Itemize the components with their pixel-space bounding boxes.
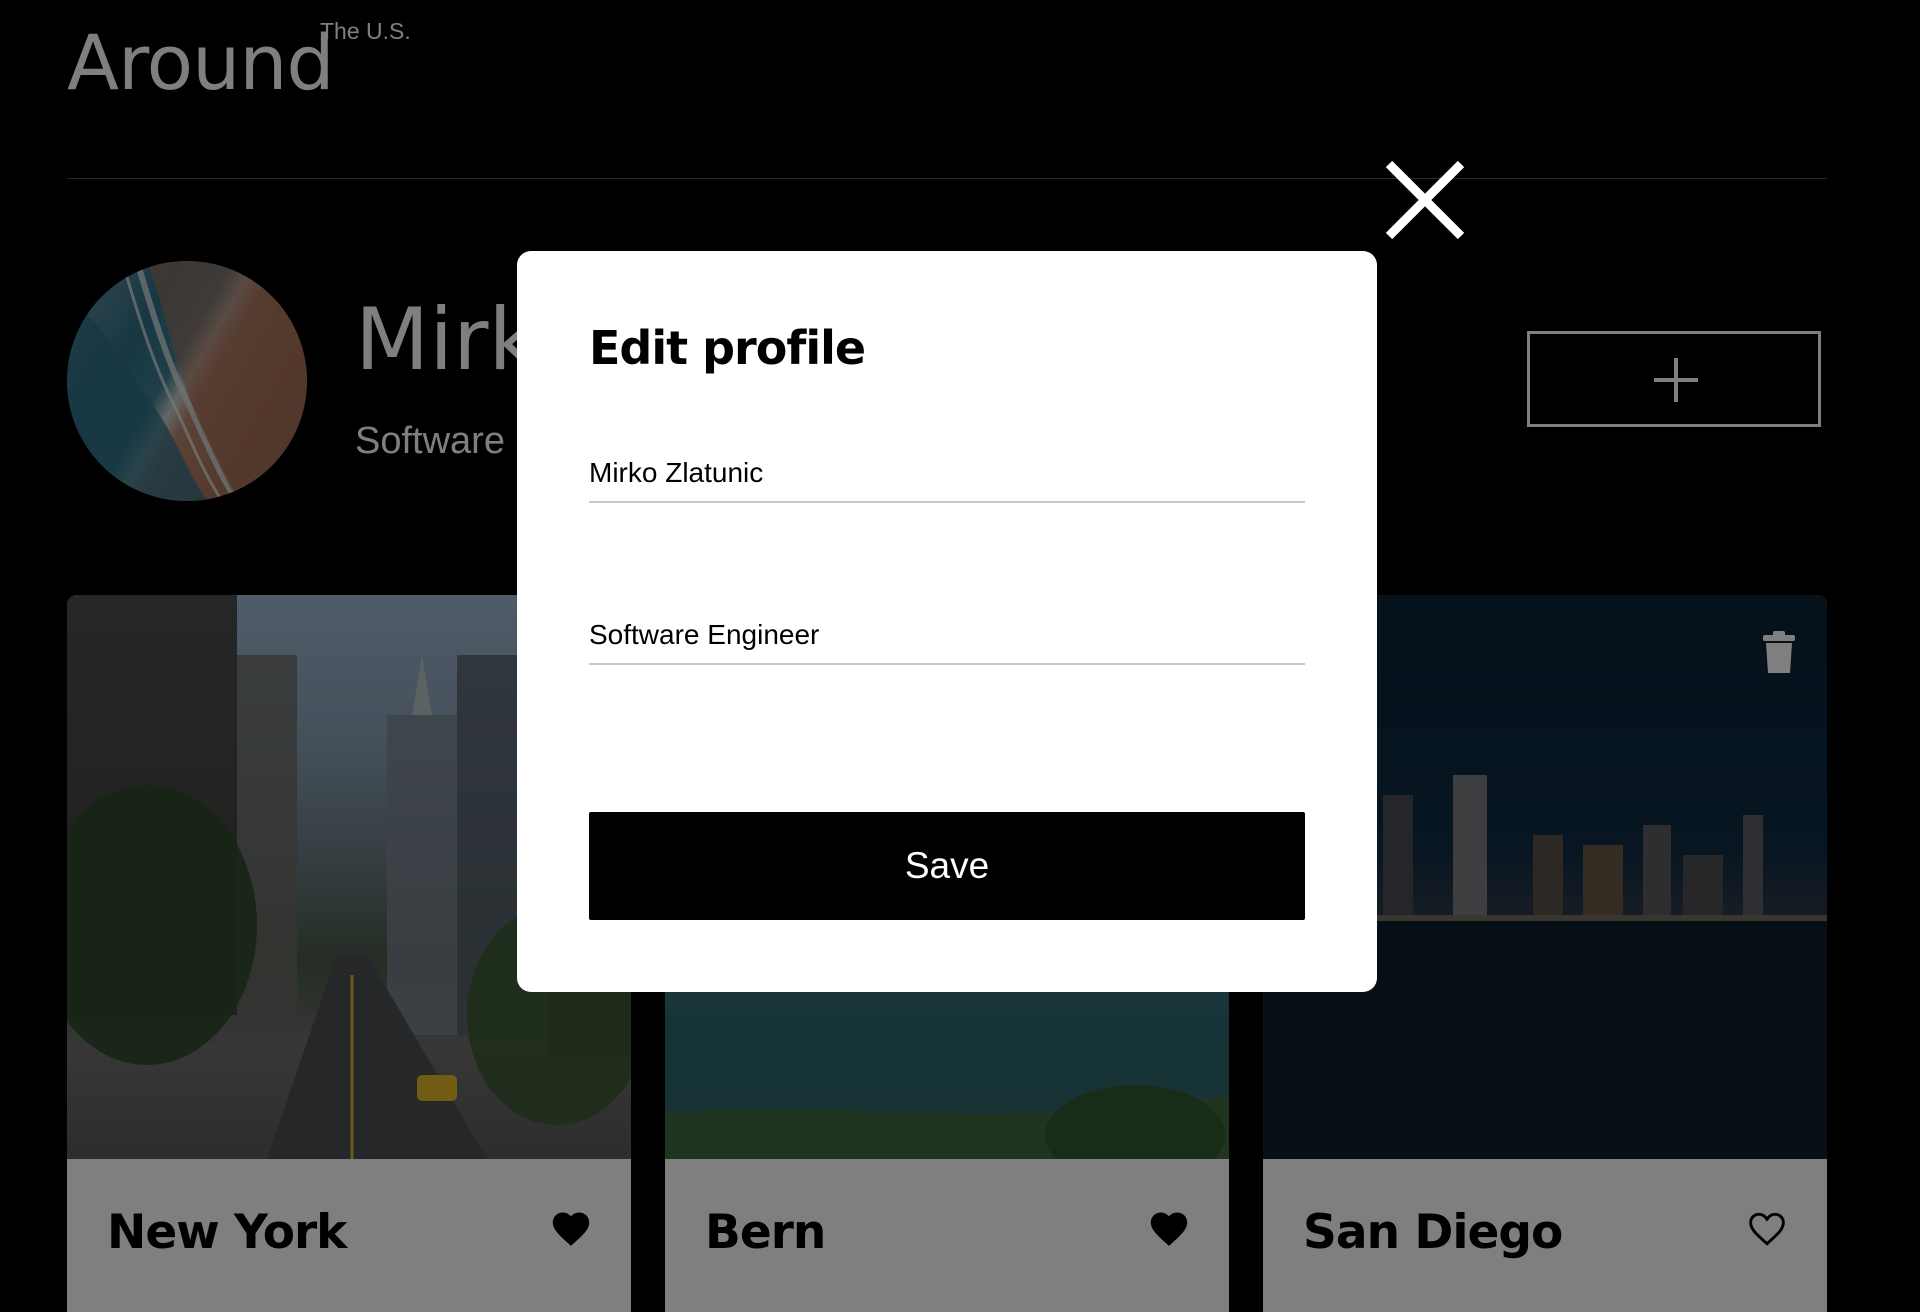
name-input[interactable] <box>589 445 1305 503</box>
modal-title: Edit profile <box>589 321 866 375</box>
page: Around The U.S. Mirko Zlatunic Software … <box>0 0 1920 1312</box>
close-button[interactable] <box>1385 160 1465 240</box>
edit-profile-modal: Edit profile Save <box>517 251 1377 992</box>
close-icon <box>1385 160 1465 240</box>
save-button[interactable]: Save <box>589 812 1305 920</box>
about-input[interactable] <box>589 607 1305 665</box>
